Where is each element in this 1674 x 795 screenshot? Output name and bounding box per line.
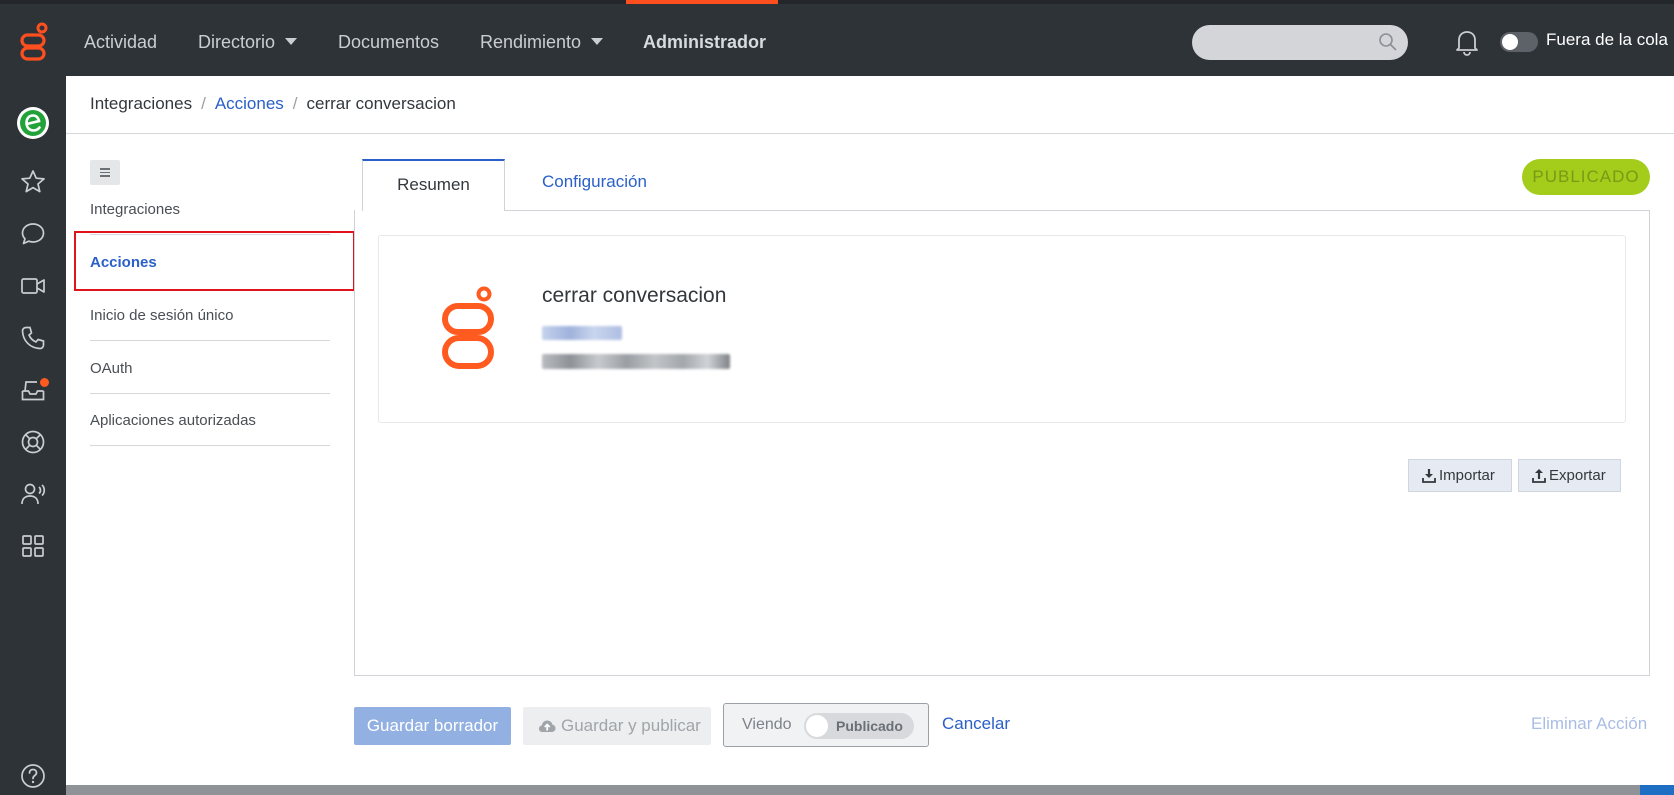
upload-icon [1532,469,1546,483]
export-label: Exportar [1549,467,1606,484]
nav-label: Rendimiento [480,32,582,52]
nav-label: Directorio [198,32,276,52]
search-input[interactable] [1192,25,1408,60]
inbox-notification-badge [40,378,49,387]
import-label: Importar [1439,467,1495,484]
nav-directorio[interactable]: Directorio [198,28,298,56]
viewing-state-label: Publicado [836,718,903,734]
redacted-id [542,354,730,369]
breadcrumb: Integraciones / Acciones / cerrar conversaci… [90,94,456,114]
breadcrumb-acciones-link[interactable]: Acciones [215,94,284,113]
nav-label: Administrador [643,32,767,52]
cancel-link[interactable]: Cancelar [942,714,1010,734]
nav-rendimiento[interactable]: Rendimiento [480,28,604,56]
cloud-upload-icon [539,720,556,732]
nav-administrador[interactable]: Administrador [643,28,766,56]
viewing-toggle-group: Viendo Publicado [723,703,929,747]
sidebar-divider [90,445,330,446]
tab-configuracion[interactable]: Configuración [542,172,647,192]
video-icon[interactable] [19,272,47,300]
breadcrumb-current: cerrar conversacion [306,94,456,113]
nav-label: Documentos [338,32,440,52]
queue-toggle[interactable] [1500,32,1538,52]
viewing-label: Viendo [742,716,792,733]
save-draft-button[interactable]: Guardar borrador [354,707,511,745]
sidebar-item-oauth[interactable]: OAuth [90,360,330,377]
save-publish-label: Guardar y publicar [561,716,701,735]
breadcrumb-integraciones[interactable]: Integraciones [90,94,192,113]
sidebar-divider [90,340,330,341]
search-icon[interactable] [1378,32,1398,52]
phone-icon[interactable] [19,324,47,352]
help-lifebuoy-icon[interactable] [19,428,47,456]
chevron-down-icon [285,37,298,45]
delete-action-link[interactable]: Eliminar Acción [1531,714,1647,734]
active-nav-indicator [626,0,778,4]
apps-grid-icon[interactable] [19,532,47,560]
app-logo-icon[interactable] [16,106,50,140]
sidebar-item-aplicaciones-autorizadas[interactable]: Aplicaciones autorizadas [90,412,330,429]
sidebar-item-integraciones[interactable]: Integraciones [90,201,330,218]
chevron-down-icon [591,37,604,45]
favorites-star-icon[interactable] [19,168,47,196]
tab-bar-line [505,210,1650,211]
save-publish-button[interactable]: Guardar y publicar [523,707,711,745]
toggle-knob [806,715,828,737]
nav-actividad[interactable]: Actividad [84,28,157,56]
tab-resumen[interactable]: Resumen [362,159,505,211]
breadcrumb-divider [66,133,1674,134]
bottom-strip-accent [1640,785,1674,795]
bottom-scrollbar[interactable] [66,785,1674,795]
nav-label: Actividad [84,32,158,52]
genesys-logo-icon [442,286,494,369]
status-badge: PUBLICADO [1522,159,1650,195]
highlight-annotation-box [74,231,355,291]
action-title: cerrar conversacion [542,284,727,307]
chat-icon[interactable] [19,220,47,248]
redacted-category [542,326,622,340]
menu-collapse-button[interactable] [90,160,120,185]
toggle-knob [1502,34,1518,50]
breadcrumb-separator: / [201,94,206,113]
left-rail [0,76,66,795]
import-button[interactable]: Importar [1408,459,1512,492]
top-navigation-bar: Actividad Directorio Documentos Rendimie… [0,0,1674,76]
viewing-toggle[interactable]: Publicado [804,713,914,739]
sidebar-item-inicio-sesion-unico[interactable]: Inicio de sesión único [90,307,330,324]
queue-status-label: Fuera de la cola [1546,30,1668,49]
download-icon [1422,469,1436,483]
contacts-icon[interactable] [19,480,47,508]
breadcrumb-separator: / [292,94,298,113]
notifications-bell-icon[interactable] [1454,28,1480,56]
help-question-icon[interactable] [19,762,47,790]
nav-documentos[interactable]: Documentos [338,28,439,56]
export-button[interactable]: Exportar [1518,459,1621,492]
sidebar-divider [90,393,330,394]
genesys-logo-icon[interactable] [18,22,52,62]
